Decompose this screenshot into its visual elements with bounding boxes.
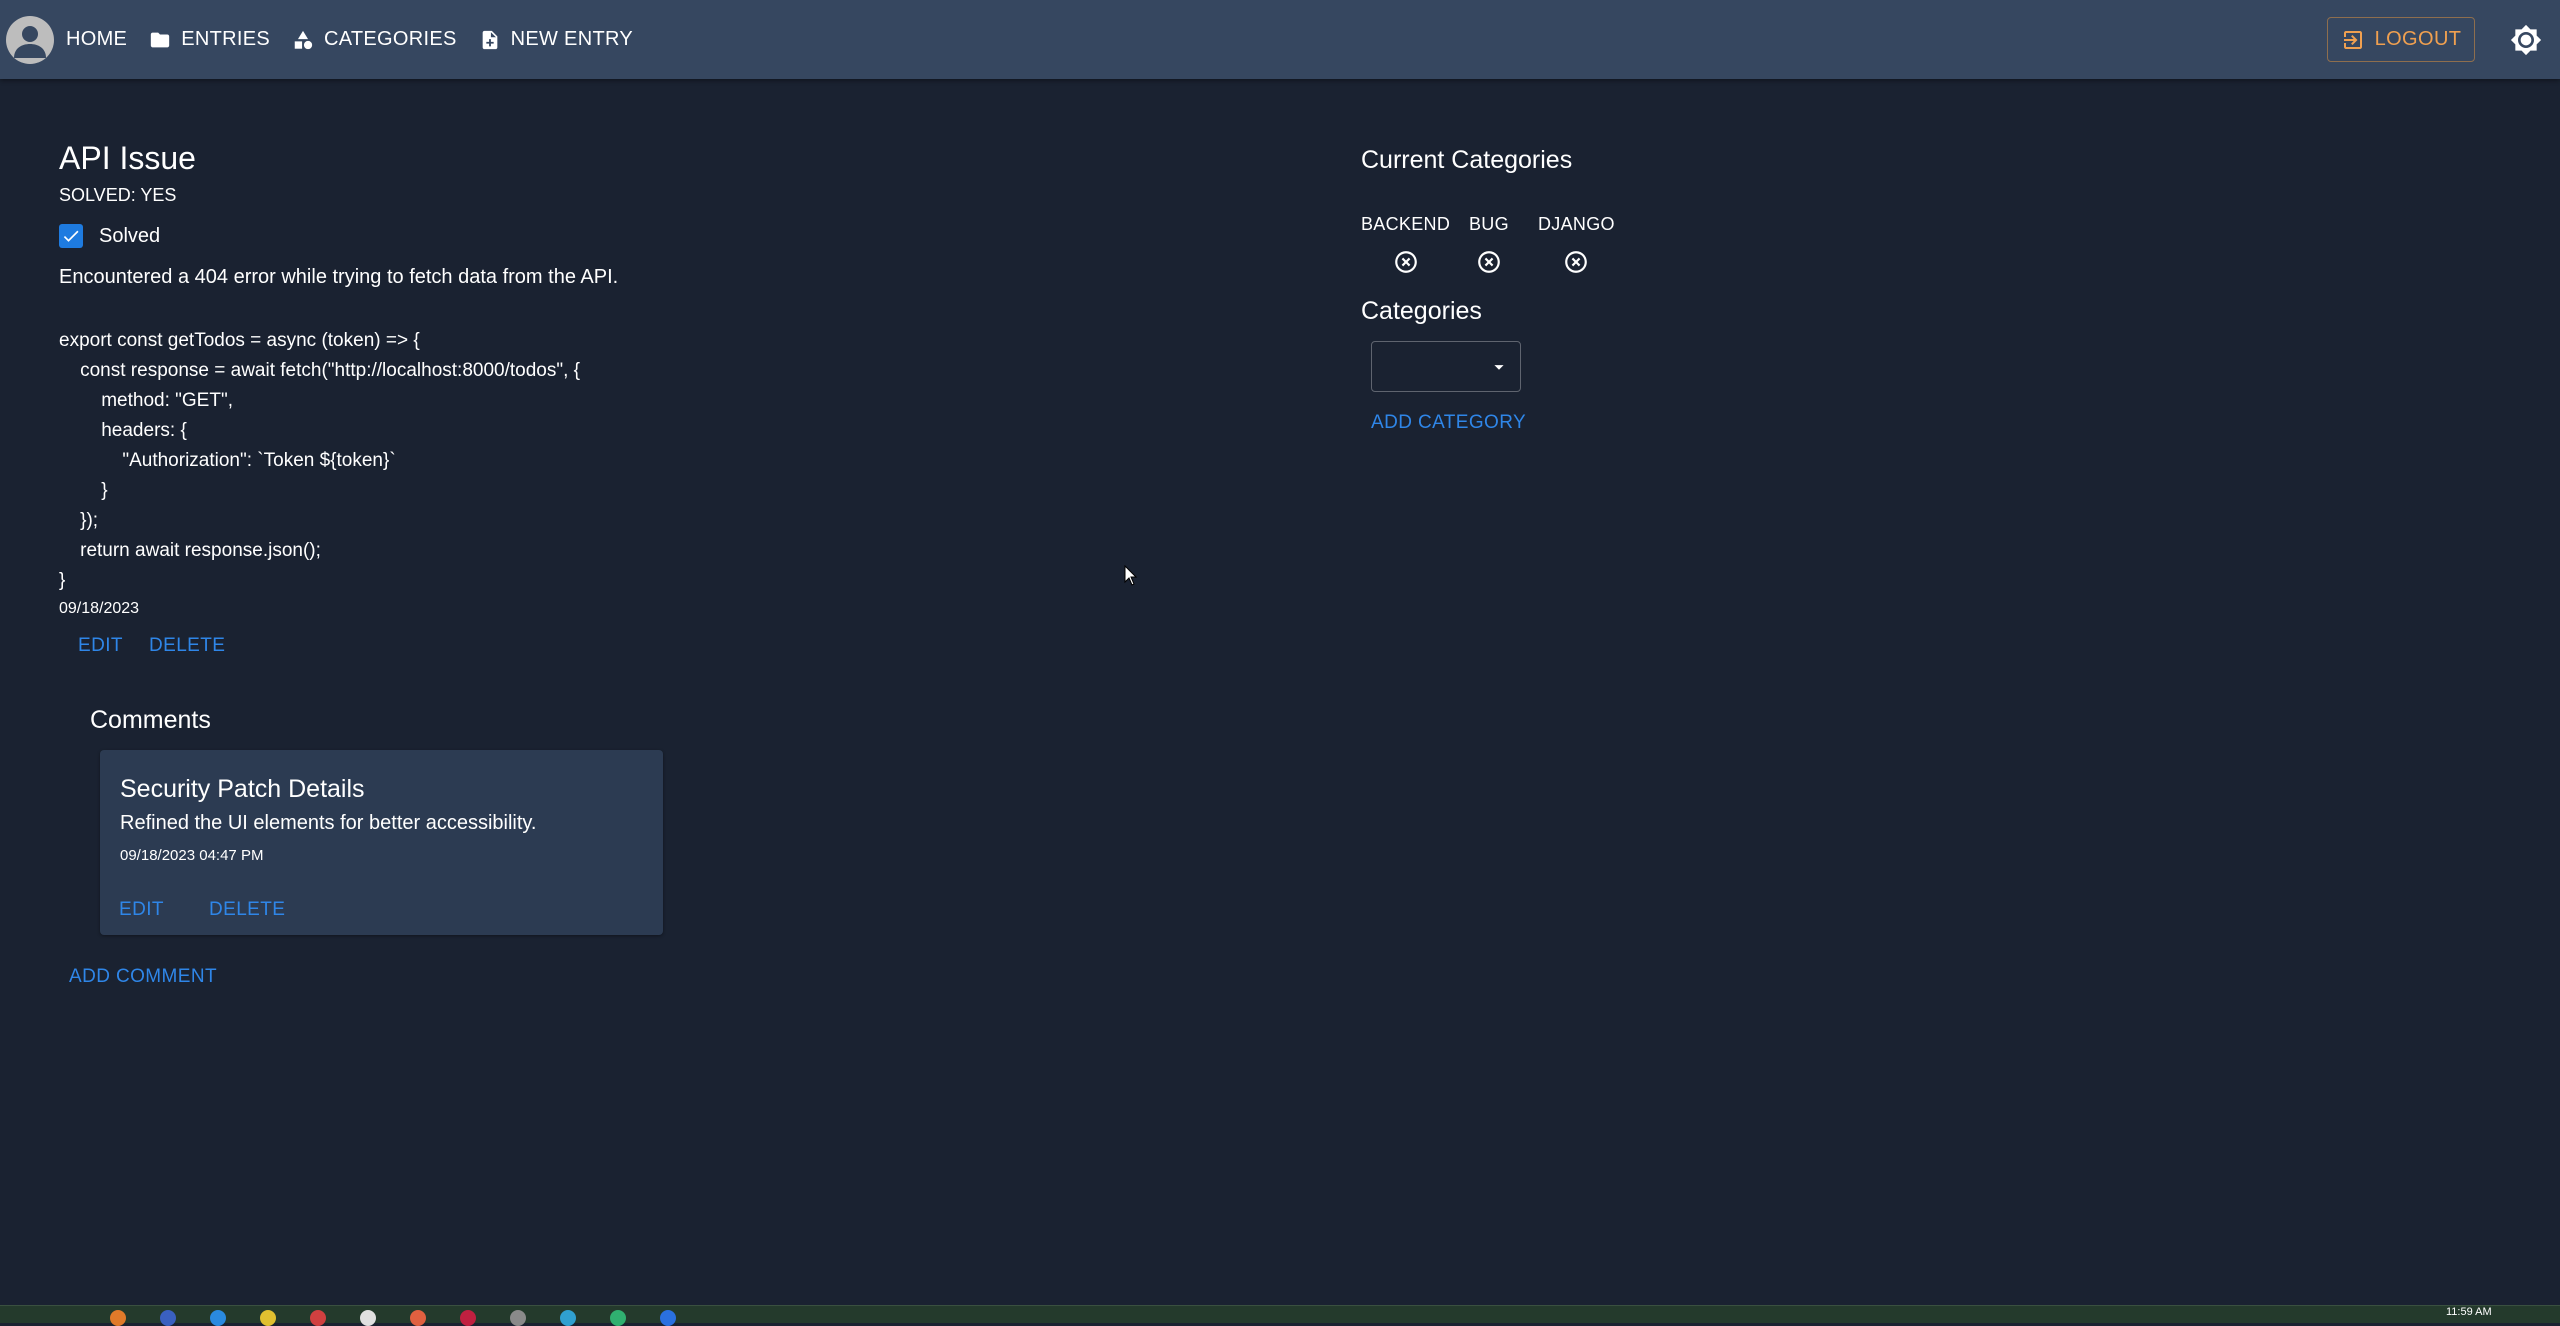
taskbar-app-icon[interactable] [510,1310,526,1326]
category-select[interactable] [1371,341,1521,392]
solved-status: SOLVED: YES [59,185,177,205]
category-label: BACKEND [1361,214,1451,234]
nav-item-entries[interactable]: ENTRIES [145,20,274,60]
comment-body: Refined the UI elements for better acces… [120,812,537,834]
taskbar-app-icon[interactable] [660,1310,676,1326]
comments-title: Comments [90,706,211,734]
add-comment-button[interactable]: ADD COMMENT [69,966,217,988]
taskbar-clock: 11:59 AM [2446,1306,2492,1318]
nav-item-new-entry-label: NEW ENTRY [510,28,633,50]
entry-date: 09/18/2023 [59,600,140,617]
os-taskbar: 11:59 AM [0,1305,2560,1326]
mouse-cursor-icon [1124,565,1138,586]
nav-item-categories-label: CATEGORIES [323,28,457,50]
add-category-button[interactable]: ADD CATEGORY [1371,412,1526,434]
categories-title: Categories [1361,297,1482,325]
remove-circle-icon[interactable] [1393,249,1419,275]
current-categories-title: Current Categories [1361,146,1573,174]
theme-toggle-button[interactable] [2508,22,2544,58]
taskbar-app-icon[interactable] [210,1310,226,1326]
app-bar: HOME ENTRIES CATEGORIES NEW ENTRY LOGOUT [0,0,2560,79]
category-item-backend: BACKEND [1361,214,1450,275]
category-icon [292,29,314,51]
person-icon [14,26,46,58]
nav-item-home[interactable]: HOME [62,20,131,60]
comment-edit-button[interactable]: EDIT [119,899,164,921]
taskbar-app-icon[interactable] [610,1310,626,1326]
comment-title: Security Patch Details [120,775,365,803]
taskbar-app-icon[interactable] [560,1310,576,1326]
note-add-icon [479,29,501,51]
solved-checkbox[interactable] [59,224,83,248]
taskbar-app-icon[interactable] [410,1310,426,1326]
brightness-icon [2510,24,2542,56]
taskbar-app-icon[interactable] [360,1310,376,1326]
nav-item-new-entry[interactable]: NEW ENTRY [475,20,637,60]
nav-item-home-label: HOME [66,28,128,50]
main-nav: HOME ENTRIES CATEGORIES NEW ENTRY [62,0,651,79]
avatar[interactable] [6,16,54,64]
entry-delete-button[interactable]: DELETE [149,635,225,657]
solved-checkbox-row: Solved [59,224,160,248]
comment-card: Security Patch Details Refined the UI el… [100,750,663,935]
comment-delete-button[interactable]: DELETE [209,899,285,921]
category-item-bug: BUG [1469,214,1509,275]
check-icon [63,230,79,242]
category-label: BUG [1469,214,1509,234]
taskbar-app-icon[interactable] [110,1310,126,1326]
category-label: DJANGO [1538,214,1615,234]
taskbar-app-icon[interactable] [460,1310,476,1326]
remove-circle-icon[interactable] [1563,249,1589,275]
logout-icon [2343,30,2362,49]
nav-item-entries-label: ENTRIES [181,28,270,50]
logout-label: LOGOUT [2374,28,2462,50]
comment-date: 09/18/2023 04:47 PM [120,847,264,864]
entry-edit-button[interactable]: EDIT [78,635,123,657]
taskbar-app-icon[interactable] [260,1310,276,1326]
dropdown-arrow-icon [1494,365,1504,370]
nav-item-categories[interactable]: CATEGORIES [288,20,461,60]
category-item-django: DJANGO [1538,214,1615,275]
entry-code: export const getTodos = async (token) =>… [59,330,580,591]
folder-icon [149,29,171,51]
solved-checkbox-label: Solved [99,224,161,247]
remove-circle-icon[interactable] [1476,249,1502,275]
taskbar-app-icon[interactable] [160,1310,176,1326]
entry-title: API Issue [59,140,196,176]
logout-button[interactable]: LOGOUT [2327,17,2475,62]
taskbar-app-icon[interactable] [310,1310,326,1326]
entry-description: Encountered a 404 error while trying to … [59,266,619,288]
